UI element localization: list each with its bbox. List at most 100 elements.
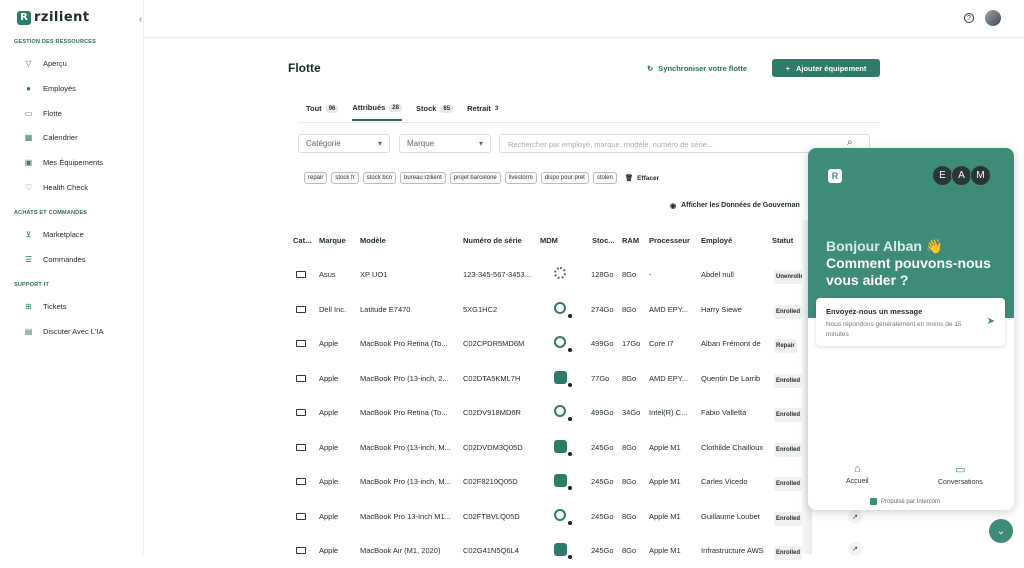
cell-ram: 17Go <box>622 339 641 348</box>
close-chat-button[interactable]: ⌄ <box>989 519 1013 543</box>
add-equipment-button[interactable]: + Ajouter équipement <box>772 59 880 77</box>
sync-button[interactable]: ↻ Synchroniser votre flotte <box>647 64 747 73</box>
nav-label: Conversations <box>938 479 983 486</box>
cell-storage: 245Go <box>591 477 614 486</box>
tab-tout[interactable]: Tout 96 <box>306 103 339 121</box>
tag-chip[interactable]: repair <box>304 172 328 184</box>
intercom-nav-conversations[interactable]: ▭ Conversations <box>938 463 983 486</box>
table-row[interactable]: Apple MacBook Pro Retina (To... C02CPDR5MD… <box>288 327 880 361</box>
cell-model: MacBook Pro Retina (To... <box>360 408 448 417</box>
sidebar-item-label: Discuter Avec L'IA <box>43 327 104 336</box>
cell-serial: 5XG1HC2 <box>463 304 498 314</box>
tab-label: Tout <box>306 104 322 113</box>
laptop-icon <box>296 374 306 382</box>
show-governance-toggle[interactable]: ◉ Afficher les Données de Gouvernan <box>670 202 800 210</box>
sidebar-item-commandes[interactable]: ☰ Commandes <box>24 255 86 264</box>
sidebar-item-tickets[interactable]: ⊞ Tickets <box>24 302 66 311</box>
eye-icon: ◉ <box>670 203 677 210</box>
tag-chip[interactable]: stolen <box>592 172 617 184</box>
chevron-down-icon: ⌄ <box>996 525 1006 537</box>
cell-brand: Apple <box>319 511 339 521</box>
cell-employee: Alban Frémont de <box>701 339 761 348</box>
cell-employee: Fabio Valletta <box>701 408 747 417</box>
tab-retrait[interactable]: Retrait 3 <box>467 103 498 121</box>
clear-filters-button[interactable]: 🗑 Effacer <box>624 174 660 183</box>
column-header-employee[interactable]: Employé <box>701 236 732 245</box>
table-row[interactable]: Apple MacBook Air (M1, 2020) C02G41N5Q6L4 2… <box>288 534 880 568</box>
sidebar-item-equipements[interactable]: ▣ Mes Équipements <box>24 158 103 167</box>
collapse-sidebar-icon[interactable]: ‹ <box>139 14 142 25</box>
cell-model: Latitude E7470 <box>360 304 411 314</box>
table-row[interactable]: Apple MacBook Pro (13-inch, 2... C02DTA5KM… <box>288 362 880 396</box>
column-header-storage[interactable]: Stoc... <box>592 236 615 245</box>
tag-chip[interactable]: projet barcelone <box>449 172 501 184</box>
cell-serial: C02F8210Q05D <box>463 477 518 486</box>
sidebar-item-flotte[interactable]: ▭ Flotte <box>24 109 62 118</box>
cell-cpu: Apple M1 <box>649 477 681 486</box>
tab-count: 65 <box>440 104 454 113</box>
table-row[interactable]: Apple MacBook Pro 13-Inch M1... C02FTBVLQ0… <box>288 500 880 534</box>
intercom-nav-home[interactable]: ⌂ Accueil <box>846 463 869 485</box>
cell-cpu: AMD EPY... <box>649 304 689 314</box>
table-row[interactable]: Asus XP UO1 123-345-567-3453... 128Go 8Go - Ab… <box>288 258 880 292</box>
row-open-icon[interactable]: ↗ <box>848 510 862 524</box>
brand-select[interactable]: Marque ▾ <box>399 134 491 153</box>
table-row[interactable]: Apple MacBook Pro (13-inch, M... C02F8210Q… <box>288 465 880 499</box>
column-header-cpu[interactable]: Processeur <box>649 236 690 245</box>
intercom-panel: R E A M Bonjour Alban 👋 Comment pouvons-… <box>808 148 1014 510</box>
cell-ram: 8Go <box>622 270 637 279</box>
tag-chip[interactable]: bureau rzilient <box>400 172 446 184</box>
column-header-category[interactable]: Cat... <box>293 236 311 245</box>
sidebar-item-label: Commandes <box>43 255 86 264</box>
chat-icon: ▤ <box>24 327 33 336</box>
table-row[interactable]: Dell Inc. Latitude E7470 5XG1HC2 274Go 8Go AM… <box>288 293 880 327</box>
table-row[interactable]: Apple MacBook Pro (13-inch, M... C02DVDM3Q… <box>288 431 880 465</box>
sidebar-item-employes[interactable]: ● Employés <box>24 84 76 93</box>
sidebar-item-apercu[interactable]: ▽ Aperçu <box>24 59 66 68</box>
tab-attribues[interactable]: Attribués 28 <box>352 103 402 121</box>
sidebar-item-marketplace[interactable]: ⊻ Marketplace <box>24 230 84 239</box>
governance-label: Afficher les Données de Gouvernan <box>681 202 800 209</box>
intercom-logo-icon: R <box>828 169 842 183</box>
cell-storage: 128Go <box>591 270 614 279</box>
sidebar-item-health-check[interactable]: ♡ Health Check <box>24 183 88 192</box>
mdm-status-dot <box>568 520 572 525</box>
sidebar-item-ia[interactable]: ▤ Discuter Avec L'IA <box>24 327 104 336</box>
column-header-status[interactable]: Statut <box>772 236 793 245</box>
logo[interactable]: R rzilient <box>17 10 90 25</box>
help-icon[interactable]: ? <box>964 13 974 23</box>
tag-chip[interactable]: stock fr <box>331 172 359 184</box>
tab-divider <box>298 122 880 123</box>
intercom-header: R E A M Bonjour Alban 👋 Comment pouvons-… <box>808 148 1014 318</box>
search-icon[interactable]: ⌕ <box>847 137 853 148</box>
table-row[interactable]: Apple MacBook Pro Retina (To... C02DV918MD… <box>288 396 880 430</box>
tag-chip[interactable]: dispo pour pret <box>540 172 589 184</box>
tab-label: Attribués <box>352 103 386 112</box>
greeting-hello: Bonjour Alban 👋 <box>826 238 944 254</box>
tag-chip[interactable]: stock bcn <box>362 172 397 184</box>
category-select[interactable]: Catégorie ▾ <box>298 134 390 153</box>
shield-icon: ♡ <box>24 183 33 192</box>
trash-icon: 🗑 <box>624 175 634 182</box>
sidebar-item-calendrier[interactable]: ▦ Calendrier <box>24 133 78 142</box>
cell-cpu: Apple M1 <box>649 511 681 521</box>
column-header-mdm[interactable]: MDM <box>540 236 558 245</box>
clear-label: Effacer <box>637 174 660 182</box>
powered-by[interactable]: Propulsé par Intercom <box>870 498 940 505</box>
cell-serial: 123-345-567-3453... <box>463 270 531 279</box>
tab-stock[interactable]: Stock 65 <box>416 103 454 121</box>
column-header-serial[interactable]: Numéro de série <box>463 236 522 245</box>
send-icon: ➤ <box>986 316 995 327</box>
column-header-model[interactable]: Modèle <box>360 236 386 245</box>
laptop-icon <box>296 443 306 451</box>
mdm-icon <box>554 267 566 279</box>
column-header-brand[interactable]: Marque <box>319 236 346 245</box>
ticket-icon: ⊞ <box>25 302 32 311</box>
send-message-card[interactable]: Envoyez-nous un message Nous répondons g… <box>816 298 1005 346</box>
avatar[interactable] <box>985 10 1001 26</box>
powered-label: Propulsé par Intercom <box>881 498 941 505</box>
mdm-icon <box>554 301 566 314</box>
column-header-ram[interactable]: RAM <box>622 236 639 245</box>
logo-mark-icon: R <box>17 10 31 25</box>
tag-chip[interactable]: livestorm <box>504 172 537 184</box>
